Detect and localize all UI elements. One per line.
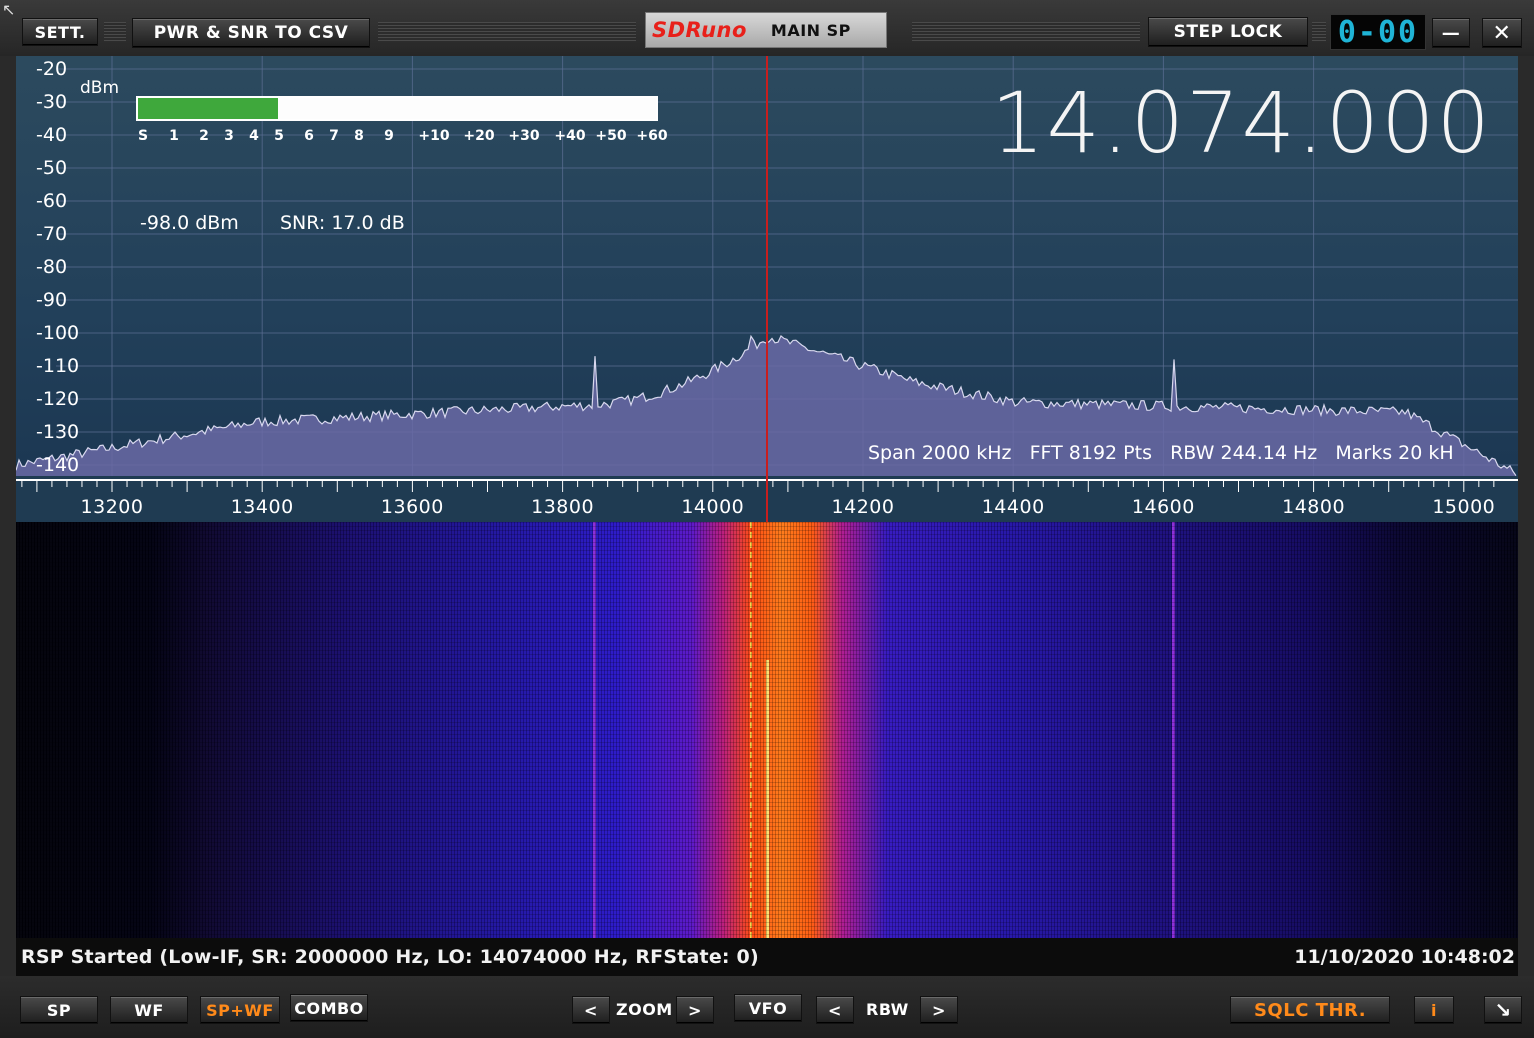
combo-button[interactable]: COMBO <box>290 994 368 1022</box>
s-meter-label: 4 <box>249 128 259 144</box>
s-meter-label: 3 <box>224 128 234 144</box>
s-meter-label: 2 <box>199 128 209 144</box>
x-tick-label: 14800 <box>1282 496 1346 518</box>
sqlc-threshold-button[interactable]: SQLC THR. <box>1230 996 1390 1024</box>
vfo-button[interactable]: VFO <box>734 994 802 1022</box>
minimize-button[interactable]: — <box>1432 18 1470 48</box>
spwf-button[interactable]: SP+WF <box>200 996 280 1024</box>
x-tick-label: 13200 <box>80 496 144 518</box>
s-meter-label: +30 <box>508 128 540 144</box>
fft-info: Span 2000 kHz FFT 8192 Pts RBW 244.14 Hz… <box>868 442 1454 464</box>
waterfall-texture <box>16 522 1518 938</box>
s-meter-label: 1 <box>169 128 179 144</box>
step-lock-button[interactable]: STEP LOCK <box>1148 17 1308 47</box>
unit-label: dBm <box>80 78 120 98</box>
y-tick-label: -20 <box>36 58 68 80</box>
s-meter-label: 7 <box>329 128 339 144</box>
drag-grip[interactable] <box>1312 22 1326 42</box>
s-meter-label: +10 <box>418 128 450 144</box>
y-tick-label: -120 <box>36 388 80 410</box>
y-tick-label: -60 <box>36 190 68 212</box>
zoom-in-button[interactable]: > <box>676 996 714 1024</box>
info-button[interactable]: i <box>1414 996 1454 1024</box>
x-tick-label: 13600 <box>380 496 444 518</box>
rbw-decrease-button[interactable]: < <box>816 996 854 1024</box>
drag-grip[interactable] <box>104 22 126 42</box>
y-tick-label: -40 <box>36 124 68 146</box>
s-meter-label: +50 <box>595 128 627 144</box>
status-timestamp: 11/10/2020 10:48:02 <box>1294 946 1515 968</box>
s-meter-label: +20 <box>463 128 495 144</box>
x-tick-label: 14200 <box>831 496 895 518</box>
x-tick-label: 14400 <box>981 496 1045 518</box>
x-tick-label: 13400 <box>230 496 294 518</box>
s-meter-label: 8 <box>354 128 364 144</box>
title-bar: ↖ SETT. PWR & SNR TO CSV SDRuno MAIN SP … <box>0 0 1534 56</box>
sp-button[interactable]: SP <box>20 996 98 1024</box>
y-tick-label: -140 <box>36 454 80 476</box>
y-tick-label: -110 <box>36 355 80 377</box>
s-meter-label: 5 <box>274 128 284 144</box>
brand-header: SDRuno MAIN SP <box>645 12 887 48</box>
zoom-label: ZOOM <box>616 1000 673 1019</box>
s-meter-bar <box>136 96 658 121</box>
lcd-display: 0-00 <box>1330 14 1426 50</box>
rbw-label: RBW <box>866 1000 909 1019</box>
x-tick-label: 13800 <box>531 496 595 518</box>
s-meter-label: S <box>137 128 149 144</box>
y-tick-label: -130 <box>36 421 80 443</box>
window-title: MAIN SP <box>770 20 851 40</box>
status-message: RSP Started (Low-IF, SR: 2000000 Hz, LO:… <box>21 946 759 968</box>
close-button[interactable]: ✕ <box>1482 18 1522 48</box>
resize-corner-icon[interactable]: ↖ <box>2 2 18 18</box>
resize-button[interactable]: ↘ <box>1484 996 1522 1024</box>
snr-readout: SNR: 17.0 dB <box>280 212 405 234</box>
s-meter-label: +60 <box>636 128 668 144</box>
rbw-increase-button[interactable]: > <box>920 996 958 1024</box>
export-csv-button[interactable]: PWR & SNR TO CSV <box>132 18 370 48</box>
settings-button[interactable]: SETT. <box>22 18 98 46</box>
status-bar: RSP Started (Low-IF, SR: 2000000 Hz, LO:… <box>16 938 1518 976</box>
s-meter-label: 9 <box>384 128 394 144</box>
y-tick-label: -80 <box>36 256 68 278</box>
spectrum-panel[interactable]: -20 -30 -40 -50 -60 -70 -80 -90 -100 -110 -120 -130… <box>16 56 1518 522</box>
s-meter-fill <box>138 98 278 119</box>
frequency-display[interactable]: 14.074.000 <box>991 74 1492 172</box>
s-meter-label: +40 <box>554 128 586 144</box>
power-readout: -98.0 dBm <box>140 212 239 234</box>
drag-grip[interactable] <box>912 22 1140 42</box>
y-tick-label: -70 <box>36 223 68 245</box>
zoom-out-button[interactable]: < <box>572 996 610 1024</box>
waterfall-panel[interactable] <box>16 522 1518 938</box>
x-tick-label: 15000 <box>1432 496 1496 518</box>
x-tick-label: 14000 <box>681 496 745 518</box>
wf-button[interactable]: WF <box>110 996 188 1024</box>
x-tick-label: 14600 <box>1131 496 1195 518</box>
drag-grip[interactable] <box>378 22 636 42</box>
y-tick-label: -50 <box>36 157 68 179</box>
y-tick-label: -100 <box>36 322 80 344</box>
y-tick-label: -90 <box>36 289 68 311</box>
s-meter-label: 6 <box>304 128 314 144</box>
brand-logo: SDRuno <box>652 18 747 42</box>
